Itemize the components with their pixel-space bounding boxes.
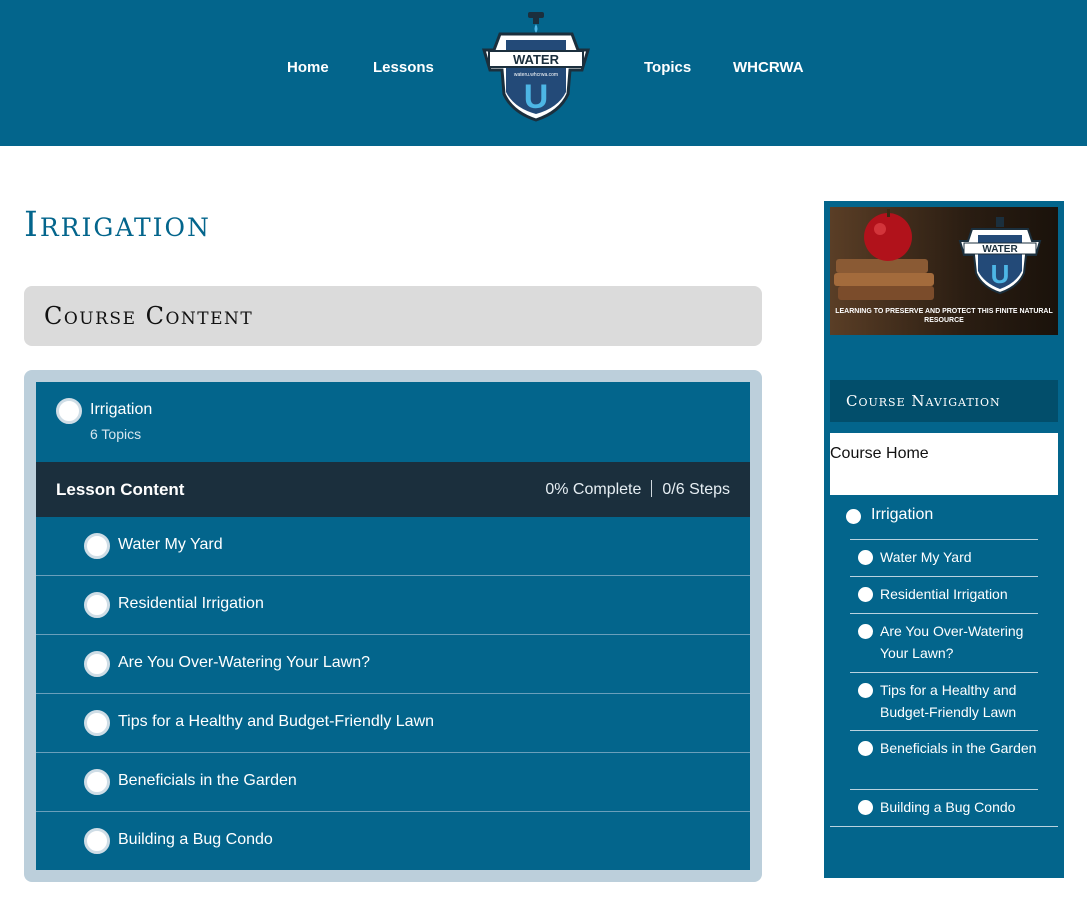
nav-home[interactable]: Home — [287, 59, 329, 76]
lesson-title[interactable]: Irrigation — [90, 401, 152, 419]
sidebar-topic-status-icon — [858, 800, 873, 815]
topic-status-icon — [84, 533, 110, 559]
topic-label[interactable]: Beneficials in the Garden — [118, 772, 297, 790]
lesson-header[interactable]: Irrigation 6 Topics — [36, 382, 750, 462]
lesson-topic-count: 6 Topics — [90, 426, 142, 442]
course-navigation-heading: Course Navigation — [830, 380, 1058, 422]
sidebar-topic-status-icon — [858, 683, 873, 698]
sidebar-topic[interactable]: Tips for a Healthy and Budget-Friendly L… — [850, 672, 1038, 730]
topic-status-icon — [84, 828, 110, 854]
sidebar-topic-label[interactable]: Beneficials in the Garden — [880, 737, 1040, 759]
sidebar-divider — [830, 491, 1058, 495]
progress-divider — [651, 480, 653, 497]
topic-row[interactable]: Water My Yard — [36, 517, 750, 576]
topic-status-icon — [84, 710, 110, 736]
sidebar-topic[interactable]: Building a Bug Condo — [850, 789, 1038, 826]
sidebar-end-divider — [830, 826, 1058, 827]
topic-label[interactable]: Residential Irrigation — [118, 595, 264, 613]
sidebar-topic-status-icon — [858, 741, 873, 756]
page-title: Irrigation — [24, 205, 211, 245]
sidebar-lesson-status-icon — [846, 509, 861, 524]
sidebar-topic-label[interactable]: Are You Over-Watering Your Lawn? — [880, 620, 1040, 664]
topic-status-icon — [84, 769, 110, 795]
sidebar-topic[interactable]: Beneficials in the Garden — [850, 730, 1038, 789]
sidebar-topic-label[interactable]: Residential Irrigation — [880, 583, 1040, 605]
lesson-content-bar: Lesson Content 0% Complete 0/6 Steps — [36, 462, 750, 517]
course-content-title: Course Content — [44, 302, 254, 330]
nav-topics[interactable]: Topics — [644, 59, 691, 76]
lesson-progress: 0% Complete 0/6 Steps — [545, 480, 730, 499]
sidebar: WATER U LEARNING TO PRESERVE AND PROTECT… — [824, 201, 1064, 878]
site-header: Home Lessons WATER wateru.whcrwa.com U T… — [0, 0, 1087, 146]
banner-logo-letter: U — [991, 259, 1010, 289]
banner-caption: LEARNING TO PRESERVE AND PROTECT THIS FI… — [835, 308, 1053, 324]
topic-label[interactable]: Building a Bug Condo — [118, 831, 273, 849]
sidebar-topic-status-icon — [858, 587, 873, 602]
sidebar-banner: WATER U LEARNING TO PRESERVE AND PROTECT… — [830, 207, 1058, 335]
logo-letter: U — [524, 78, 549, 116]
sidebar-topic-status-icon — [858, 624, 873, 639]
sidebar-topic-label[interactable]: Water My Yard — [880, 546, 1040, 568]
sidebar-topic[interactable]: Residential Irrigation — [850, 576, 1038, 613]
topic-label[interactable]: Are You Over-Watering Your Lawn? — [118, 654, 370, 672]
progress-percent: 0% Complete — [545, 481, 642, 498]
logo-text: WATER — [513, 52, 560, 67]
banner-logo-text: WATER — [982, 244, 1018, 255]
course-home-link[interactable]: Course Home — [830, 445, 929, 463]
topic-status-icon — [84, 651, 110, 677]
course-content-heading: Course Content — [24, 286, 762, 346]
topic-row[interactable]: Residential Irrigation — [36, 576, 750, 635]
topic-label[interactable]: Water My Yard — [118, 536, 223, 554]
sidebar-lesson-link[interactable]: Irrigation — [871, 506, 933, 524]
nav-lessons[interactable]: Lessons — [373, 59, 434, 76]
lesson-inner: Irrigation 6 Topics Lesson Content 0% Co… — [36, 382, 750, 870]
sidebar-topic-label[interactable]: Tips for a Healthy and Budget-Friendly L… — [880, 679, 1040, 723]
lesson-content-label: Lesson Content — [56, 480, 185, 499]
nav-whcrwa[interactable]: WHCRWA — [733, 59, 804, 76]
sidebar-topic-label[interactable]: Building a Bug Condo — [880, 796, 1040, 818]
topic-row[interactable]: Beneficials in the Garden — [36, 753, 750, 812]
progress-steps: 0/6 Steps — [662, 481, 730, 498]
water-u-logo[interactable]: WATER wateru.whcrwa.com U — [480, 10, 592, 125]
sidebar-topic[interactable]: Are You Over-Watering Your Lawn? — [850, 613, 1038, 672]
topic-status-icon — [84, 592, 110, 618]
sidebar-topic-status-icon — [858, 550, 873, 565]
topic-row[interactable]: Building a Bug Condo — [36, 812, 750, 871]
topic-label[interactable]: Tips for a Healthy and Budget-Friendly L… — [118, 713, 434, 731]
lesson-panel: Irrigation 6 Topics Lesson Content 0% Co… — [24, 370, 762, 882]
course-navigation-title: Course Navigation — [846, 392, 1001, 410]
lesson-status-icon — [56, 398, 82, 424]
topic-row[interactable]: Tips for a Healthy and Budget-Friendly L… — [36, 694, 750, 753]
topic-row[interactable]: Are You Over-Watering Your Lawn? — [36, 635, 750, 694]
sidebar-topic[interactable]: Water My Yard — [850, 539, 1038, 576]
